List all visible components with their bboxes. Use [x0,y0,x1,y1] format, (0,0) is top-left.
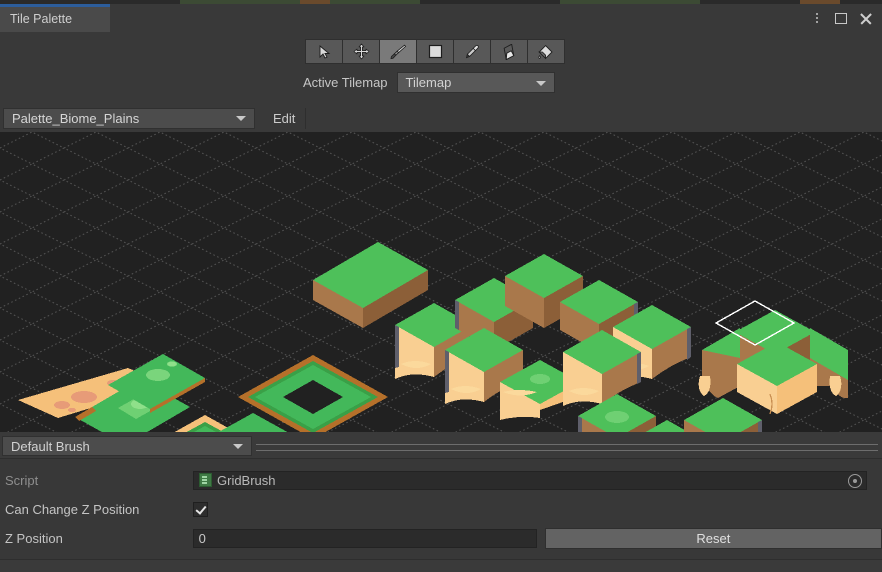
tab-label: Tile Palette [10,12,73,26]
brush-size-slider[interactable] [256,444,878,451]
tile-artwork-layer [18,242,848,432]
inspector-fields: Script GridBrush Can Change Z Position Z… [0,458,882,572]
eyedropper-icon [464,44,480,60]
z-position-row: Z Position 0 Reset [0,527,882,549]
tab-tile-palette[interactable]: Tile Palette [0,4,110,32]
select-tool-button[interactable] [305,39,343,64]
tile-palette-window: Tile Palette Active Tilemap Tilemap Pale… [0,0,882,572]
paint-tool-button[interactable] [379,39,417,64]
active-tilemap-row: Active Tilemap Tilemap [303,72,555,93]
kebab-menu-icon [816,13,818,23]
script-icon [199,473,212,487]
inspector-footer [0,559,882,572]
edit-button-label: Edit [273,110,296,126]
maximize-button[interactable] [830,6,852,30]
tile-cube-dirt-f [684,398,762,432]
script-row: Script GridBrush [0,469,882,491]
tile-long-grass-block [313,242,428,328]
chevron-down-icon [535,80,546,86]
active-tilemap-value: Tilemap [405,75,452,90]
close-button[interactable] [854,6,876,30]
z-position-input[interactable]: 0 [192,528,537,548]
palette-dropdown[interactable]: Palette_Biome_Plains [3,107,255,129]
can-change-z-checkbox[interactable] [193,501,208,517]
can-change-z-label: Can Change Z Position [5,501,140,517]
reset-button[interactable]: Reset [544,527,882,549]
close-icon [859,12,872,25]
palette-dropdown-value: Palette_Biome_Plains [12,110,140,126]
eraser-icon [500,43,518,60]
z-position-label: Z Position [5,530,63,546]
tab-accent-bar [0,4,110,7]
brush-inspector: Default Brush Script GridBrush Can Chang… [0,432,882,572]
box-fill-tool-button[interactable] [416,39,454,64]
kebab-menu-button[interactable] [806,6,828,30]
palette-canvas[interactable] [0,132,882,432]
edit-palette-button[interactable]: Edit [263,107,307,129]
window-titlebar: Tile Palette [0,4,882,32]
move-arrows-icon [353,43,370,60]
window-controls [806,4,876,32]
tool-button-group [305,39,565,64]
active-tilemap-label: Active Tilemap [303,75,388,90]
chevron-down-icon [233,444,243,449]
erase-tool-button[interactable] [490,39,528,64]
active-tilemap-dropdown[interactable]: Tilemap [396,72,555,93]
chevron-down-icon [236,116,246,121]
move-tool-button[interactable] [342,39,380,64]
script-label: Script [5,472,39,488]
brush-dropdown[interactable]: Default Brush [2,436,252,456]
fill-tool-button[interactable] [527,39,565,64]
toolbar-area: Active Tilemap Tilemap [0,32,882,104]
brush-dropdown-value: Default Brush [11,438,90,454]
picker-tool-button[interactable] [453,39,491,64]
script-value: GridBrush [217,472,276,488]
palette-selector-row: Palette_Biome_Plains Edit [0,104,882,132]
square-icon [428,44,443,59]
paint-bucket-icon [537,44,555,60]
paintbrush-icon [389,44,407,60]
object-picker-icon[interactable] [848,474,862,488]
maximize-icon [835,12,847,24]
can-change-z-row: Can Change Z Position [0,498,882,520]
script-object-field[interactable]: GridBrush [193,470,867,490]
brush-selector-row: Default Brush [0,434,882,458]
cursor-arrow-icon [316,44,332,60]
